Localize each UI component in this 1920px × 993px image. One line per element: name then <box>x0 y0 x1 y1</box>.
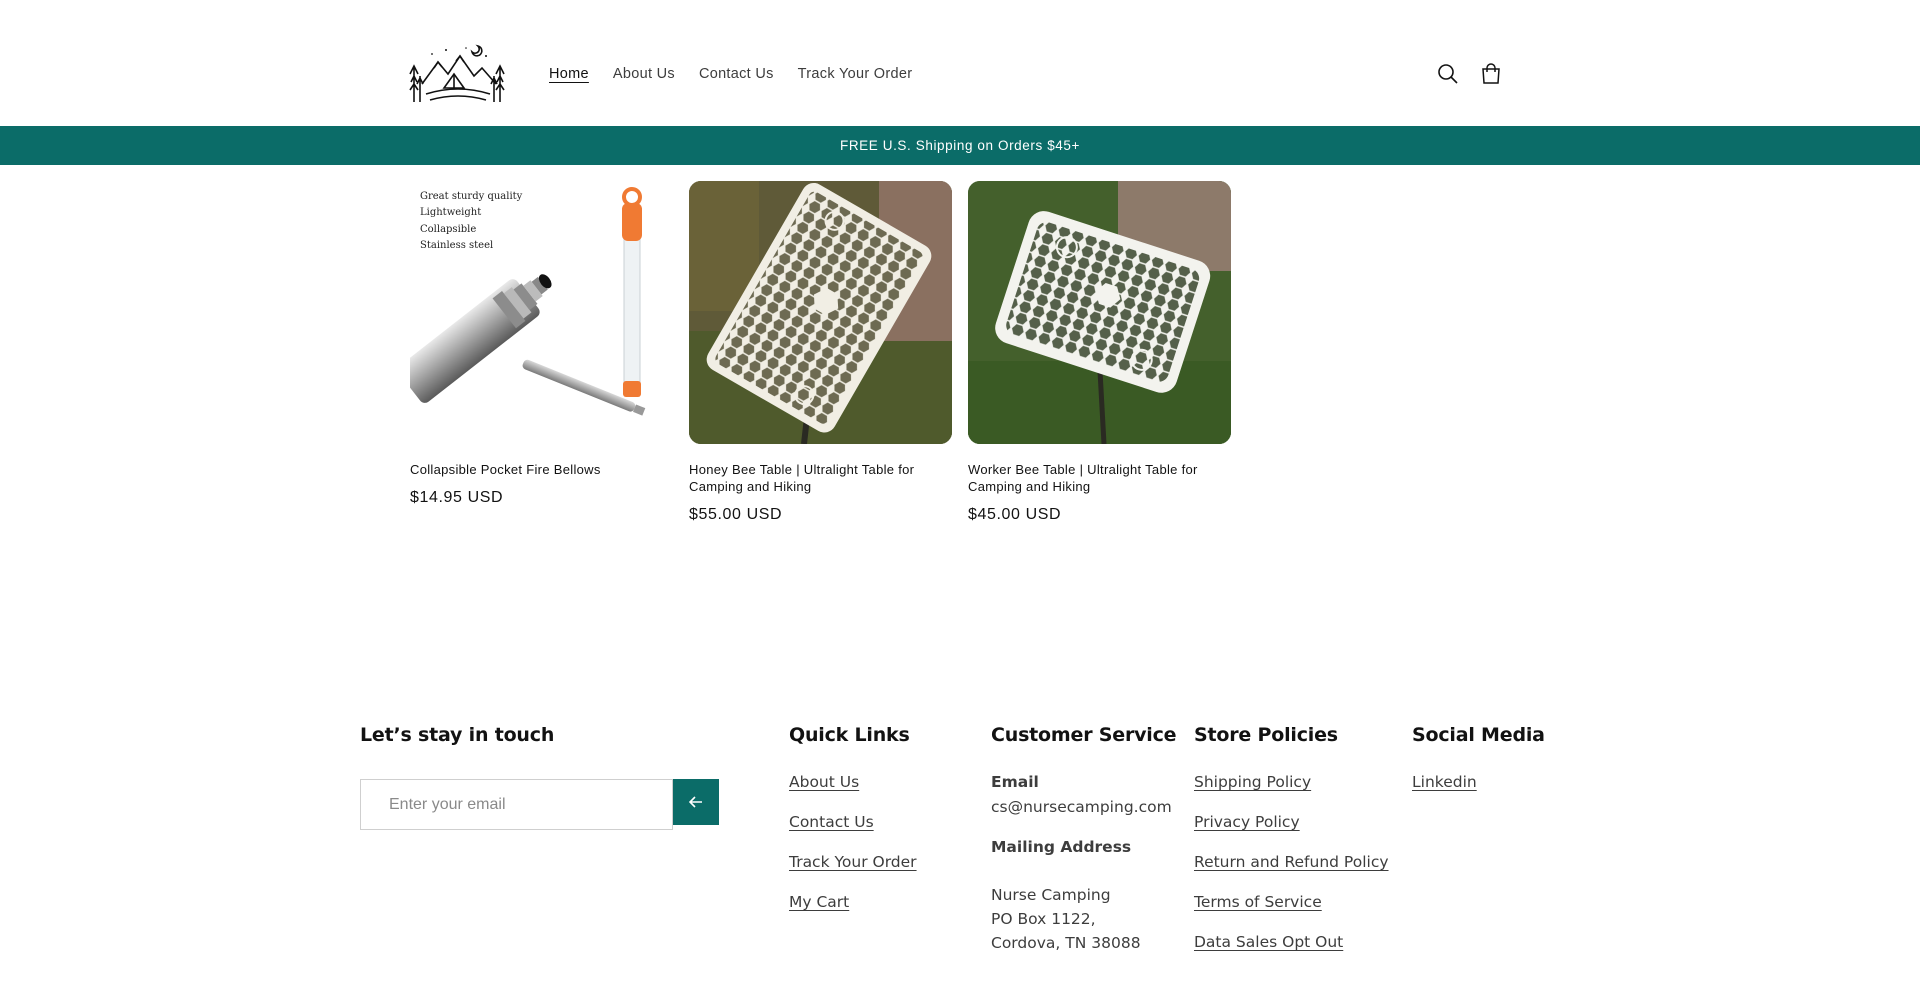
nav-contact-us[interactable]: Contact Us <box>699 66 774 82</box>
footer-link-contact-us[interactable]: Contact Us <box>789 813 874 831</box>
image-caption-3: Collapsible <box>420 224 476 235</box>
search-icon[interactable] <box>1437 63 1459 85</box>
footer-link-linkedin[interactable]: Linkedin <box>1412 773 1477 791</box>
product-card[interactable]: Great sturdy quality Lightweight Collaps… <box>410 181 673 507</box>
newsletter-heading: Let’s stay in touch <box>360 724 555 746</box>
nav-home[interactable]: Home <box>549 66 589 82</box>
newsletter-email-field[interactable] <box>360 779 673 830</box>
footer-link-my-cart[interactable]: My Cart <box>789 893 849 911</box>
product-title[interactable]: Collapsible Pocket Fire Bellows <box>410 461 673 478</box>
store-policies-heading: Store Policies <box>1194 724 1338 746</box>
announcement-bar: FREE U.S. Shipping on Orders $45+ <box>0 126 1920 165</box>
arrow-left-icon <box>689 796 702 808</box>
product-title[interactable]: Honey Bee Table | Ultralight Table for C… <box>689 461 952 495</box>
footer-link-track-your-order[interactable]: Track Your Order <box>789 853 917 871</box>
announcement-text: FREE U.S. Shipping on Orders $45+ <box>839 138 1081 153</box>
footer-link-data-sales-opt-out[interactable]: Data Sales Opt Out <box>1194 933 1343 951</box>
product-image[interactable] <box>689 181 952 444</box>
nav-about-us[interactable]: About Us <box>613 66 675 82</box>
main-nav: Home About Us Contact Us Track Your Orde… <box>549 66 936 82</box>
site-footer: Let’s stay in touch Quick Links Customer… <box>0 700 1920 993</box>
email-label: Email <box>991 773 1039 791</box>
address-line-1: Nurse Camping <box>991 886 1111 904</box>
product-price: $45.00 USD <box>968 506 1062 523</box>
site-header: Home About Us Contact Us Track Your Orde… <box>0 0 1920 126</box>
address-line-3: Cordova, TN 38088 <box>991 934 1141 952</box>
footer-link-shipping-policy[interactable]: Shipping Policy <box>1194 773 1311 791</box>
footer-link-privacy-policy[interactable]: Privacy Policy <box>1194 813 1300 831</box>
nav-track-your-order[interactable]: Track Your Order <box>798 66 913 82</box>
product-price: $55.00 USD <box>689 506 783 523</box>
subscribe-button[interactable] <box>673 779 719 825</box>
footer-link-refund-policy[interactable]: Return and Refund Policy <box>1194 853 1389 871</box>
product-image[interactable]: Great sturdy quality Lightweight Collaps… <box>410 181 673 444</box>
product-card[interactable]: Worker Bee Table | Ultralight Table for … <box>968 181 1231 524</box>
footer-link-terms-of-service[interactable]: Terms of Service <box>1194 893 1322 911</box>
image-caption-2: Lightweight <box>420 207 481 218</box>
address-line-2: PO Box 1122, <box>991 910 1096 928</box>
email-input[interactable] <box>361 780 672 829</box>
mailing-address-label: Mailing Address <box>991 838 1132 856</box>
product-card[interactable]: Honey Bee Table | Ultralight Table for C… <box>689 181 952 524</box>
image-caption-4: Stainless steel <box>420 240 493 251</box>
email-address: cs@nursecamping.com <box>991 798 1172 816</box>
product-price: $14.95 USD <box>410 489 504 506</box>
logo-icon[interactable] <box>408 44 508 106</box>
quick-links-heading: Quick Links <box>789 724 910 746</box>
cart-icon[interactable] <box>1480 63 1502 85</box>
product-image[interactable] <box>968 181 1231 444</box>
product-title[interactable]: Worker Bee Table | Ultralight Table for … <box>968 461 1231 495</box>
footer-link-about-us[interactable]: About Us <box>789 773 859 791</box>
image-caption-1: Great sturdy quality <box>420 191 523 202</box>
customer-service-heading: Customer Service <box>991 724 1177 746</box>
social-media-heading: Social Media <box>1412 724 1545 746</box>
